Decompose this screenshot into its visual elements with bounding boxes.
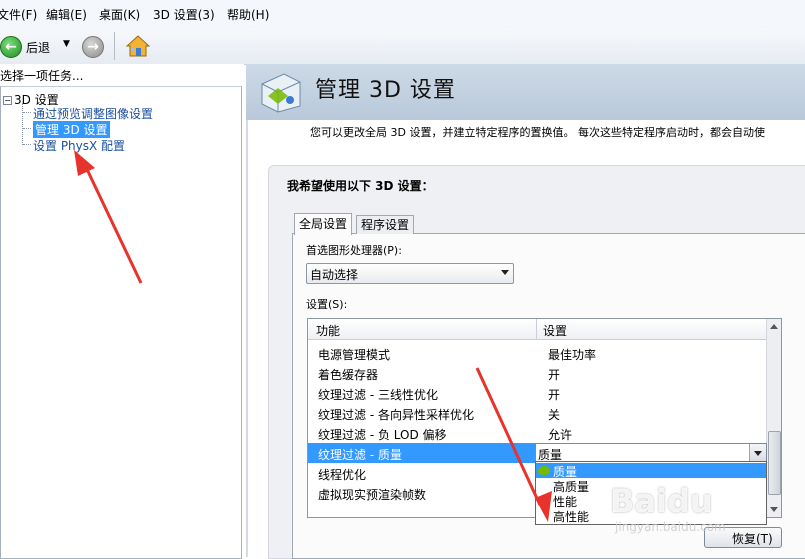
menu-file[interactable]: 文件(F) [0, 6, 37, 23]
nvidia-icon [538, 466, 550, 475]
watermark-logo: Baidu [610, 482, 713, 520]
back-button-label[interactable]: 后退 [26, 39, 50, 56]
home-icon[interactable] [126, 35, 150, 57]
menu-3d-settings[interactable]: 3D 设置(3) [153, 6, 215, 23]
watermark-url: jingyan.baidu.com [615, 520, 726, 534]
scroll-down-icon[interactable] [770, 507, 778, 512]
quality-combo[interactable]: 质量 [535, 443, 767, 463]
option-quality[interactable]: 质量 [536, 463, 766, 479]
scroll-thumb[interactable] [768, 431, 781, 495]
menu-desktop[interactable]: 桌面(K) [99, 6, 140, 23]
row-setting: 开 [548, 368, 561, 382]
quality-dropdown-button[interactable] [749, 444, 766, 462]
toolbar: ← 后退 ▼ → [0, 28, 805, 65]
tree-item-physx[interactable]: 设置 PhysX 配置 [33, 137, 125, 154]
row-setting: 关 [548, 408, 561, 422]
restore-button-label: 恢复(T) [732, 532, 773, 546]
scroll-up-icon[interactable] [770, 324, 778, 329]
table-row[interactable]: 电源管理模式 最佳功率 [308, 343, 766, 363]
table-header: 功能 设置 [308, 319, 766, 340]
row-feature: 虚拟现实预渲染帧数 [318, 488, 427, 502]
row-setting: 开 [548, 388, 561, 402]
tree-connector [23, 112, 31, 113]
settings-label: 设置(S): [306, 298, 348, 311]
menu-edit[interactable]: 编辑(E) [46, 6, 87, 23]
forward-arrow-icon[interactable]: → [82, 36, 104, 58]
gpu-select[interactable]: 自动选择 [306, 263, 514, 284]
menu-help[interactable]: 帮助(H) [227, 6, 269, 23]
table-row[interactable]: 纹理过滤 - 三线性优化 开 [308, 383, 766, 403]
tree-connector [23, 144, 31, 145]
task-tree: −3D 设置 通过预览调整图像设置 管理 3D 设置 设置 PhysX 配置 [0, 86, 242, 559]
pane-splitter[interactable] [246, 64, 248, 557]
row-setting: 允许 [548, 428, 573, 442]
chevron-down-icon [754, 451, 762, 456]
table-row[interactable]: 纹理过滤 - 各向异性采样优化 关 [308, 403, 766, 423]
table-scrollbar[interactable] [766, 319, 781, 517]
3d-cube-icon [261, 73, 301, 113]
task-header: 选择一项任务... [0, 64, 244, 86]
row-feature: 线程优化 [318, 468, 367, 482]
column-header-setting[interactable]: 设置 [543, 322, 567, 339]
page-description: 您可以更改全局 3D 设置，并建立特定程序的置换值。 每次这些特定程序启动时，都… [310, 126, 765, 139]
row-feature: 纹理过滤 - 三线性优化 [318, 388, 438, 402]
row-feature: 电源管理模式 [318, 348, 391, 362]
tab-global-settings[interactable]: 全局设置 [294, 213, 353, 235]
collapse-icon[interactable]: − [3, 96, 12, 105]
column-separator[interactable] [536, 319, 537, 339]
chevron-down-icon [501, 270, 509, 275]
table-row[interactable]: 着色缓存器 开 [308, 363, 766, 383]
row-setting: 最佳功率 [548, 348, 597, 362]
row-feature: 着色缓存器 [318, 368, 379, 382]
panel-title: 我希望使用以下 3D 设置： [287, 179, 434, 193]
toolbar-separator [114, 32, 115, 60]
option-label: 高性能 [553, 510, 590, 524]
back-arrow-icon[interactable]: ← [0, 36, 22, 58]
row-feature: 纹理过滤 - 各向异性采样优化 [318, 408, 474, 422]
gpu-select-value: 自动选择 [310, 268, 359, 282]
tree-item-manage-3d[interactable]: 管理 3D 设置 [33, 121, 110, 138]
tree-connector [22, 103, 23, 145]
table-row[interactable]: 纹理过滤 - 负 LOD 偏移 允许 [308, 423, 766, 443]
gpu-label: 首选图形处理器(P): [306, 244, 402, 257]
row-feature: 纹理过滤 - 质量 [318, 448, 402, 462]
tree-item-adjust-preview[interactable]: 通过预览调整图像设置 [33, 105, 153, 122]
tab-program-settings[interactable]: 程序设置 [356, 215, 415, 234]
row-feature: 纹理过滤 - 负 LOD 偏移 [318, 428, 447, 442]
menu-bar: 文件(F) 编辑(E) 桌面(K) 3D 设置(3) 帮助(H) [0, 0, 805, 29]
column-header-feature[interactable]: 功能 [316, 322, 340, 339]
page-title: 管理 3D 设置 [315, 78, 456, 103]
back-history-dropdown-icon[interactable]: ▼ [63, 39, 70, 49]
tree-connector [23, 128, 31, 129]
task-header-text: 选择一项任务... [0, 69, 84, 83]
